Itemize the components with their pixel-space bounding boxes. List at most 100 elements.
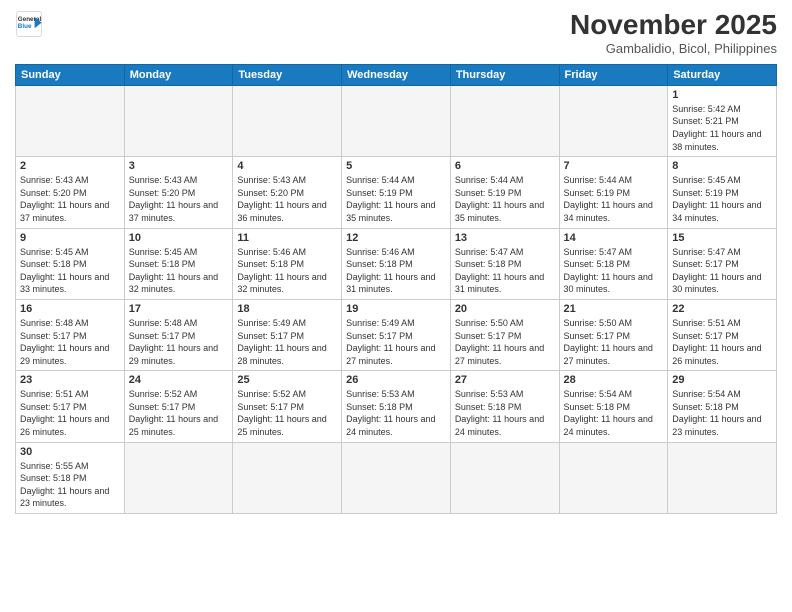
day-info: Sunrise: 5:49 AMSunset: 5:17 PMDaylight:… bbox=[237, 317, 337, 367]
sunrise-text: Sunrise: 5:52 AM bbox=[129, 389, 198, 399]
day-number: 1 bbox=[672, 89, 772, 101]
daylight-text: Daylight: 11 hours and 23 minutes. bbox=[20, 486, 109, 509]
sunrise-text: Sunrise: 5:55 AM bbox=[20, 461, 89, 471]
day-number: 17 bbox=[129, 303, 229, 315]
table-row: 28Sunrise: 5:54 AMSunset: 5:18 PMDayligh… bbox=[559, 371, 668, 442]
table-row: 3Sunrise: 5:43 AMSunset: 5:20 PMDaylight… bbox=[124, 157, 233, 228]
daylight-text: Daylight: 11 hours and 31 minutes. bbox=[455, 272, 544, 295]
sunrise-text: Sunrise: 5:43 AM bbox=[20, 175, 89, 185]
day-info: Sunrise: 5:53 AMSunset: 5:18 PMDaylight:… bbox=[346, 388, 446, 438]
daylight-text: Daylight: 11 hours and 35 minutes. bbox=[455, 200, 544, 223]
logo: General Blue bbox=[15, 10, 43, 38]
table-row: 2Sunrise: 5:43 AMSunset: 5:20 PMDaylight… bbox=[16, 157, 125, 228]
day-info: Sunrise: 5:51 AMSunset: 5:17 PMDaylight:… bbox=[672, 317, 772, 367]
sunrise-text: Sunrise: 5:48 AM bbox=[20, 318, 89, 328]
table-row bbox=[16, 85, 125, 156]
header-tuesday: Tuesday bbox=[233, 64, 342, 85]
daylight-text: Daylight: 11 hours and 37 minutes. bbox=[20, 200, 109, 223]
table-row: 22Sunrise: 5:51 AMSunset: 5:17 PMDayligh… bbox=[668, 299, 777, 370]
table-row: 26 Sunrise: 5:53 AMSunset: 5:18 PMDayligh… bbox=[342, 371, 451, 442]
calendar-week-row: 23 Sunrise: 5:51 AM Sunset: 5:17 PM Dayligh… bbox=[16, 371, 777, 442]
table-row bbox=[124, 442, 233, 513]
table-row: 20Sunrise: 5:50 AMSunset: 5:17 PMDayligh… bbox=[450, 299, 559, 370]
day-number: 18 bbox=[237, 303, 337, 315]
table-row: 15Sunrise: 5:47 AMSunset: 5:17 PMDayligh… bbox=[668, 228, 777, 299]
sunrise-text: Sunrise: 5:52 AM bbox=[237, 389, 306, 399]
daylight-text: Daylight: 11 hours and 32 minutes. bbox=[129, 272, 218, 295]
sunset-text: Sunset: 5:18 PM bbox=[20, 259, 87, 269]
daylight-text: Daylight: 11 hours and 33 minutes. bbox=[20, 272, 109, 295]
sunset-text: Sunset: 5:20 PM bbox=[237, 188, 304, 198]
day-number: 8 bbox=[672, 160, 772, 172]
sunrise-text: Sunrise: 5:51 AM bbox=[20, 389, 89, 399]
sunset-text: Sunset: 5:18 PM bbox=[564, 402, 631, 412]
sunset-text: Sunset: 5:17 PM bbox=[564, 331, 631, 341]
sunset-text: Sunset: 5:19 PM bbox=[346, 188, 413, 198]
sunset-text: Sunset: 5:17 PM bbox=[20, 331, 87, 341]
sunrise-text: Sunrise: 5:43 AM bbox=[129, 175, 198, 185]
table-row: 25Sunrise: 5:52 AMSunset: 5:17 PMDayligh… bbox=[233, 371, 342, 442]
sunrise-text: Sunrise: 5:53 AM bbox=[455, 389, 524, 399]
day-info: Sunrise: 5:50 AMSunset: 5:17 PMDaylight:… bbox=[455, 317, 555, 367]
day-number: 25 bbox=[237, 374, 337, 386]
table-row: 18 Sunrise: 5:49 AMSunset: 5:17 PMDayligh… bbox=[233, 299, 342, 370]
daylight-text: Daylight: 11 hours and 30 minutes. bbox=[564, 272, 653, 295]
table-row: 29Sunrise: 5:54 AMSunset: 5:18 PMDayligh… bbox=[668, 371, 777, 442]
table-row: 23Sunrise: 5:51 AMSunset: 5:17 PMDayligh… bbox=[16, 371, 125, 442]
sunrise-text: Sunrise: 5:46 AM bbox=[346, 247, 415, 257]
day-number: 19 bbox=[346, 303, 446, 315]
sunset-text: Sunset: 5:17 PM bbox=[20, 402, 87, 412]
sunset-text: Sunset: 5:19 PM bbox=[455, 188, 522, 198]
table-row bbox=[124, 85, 233, 156]
daylight-text: Daylight: 11 hours and 29 minutes. bbox=[129, 343, 218, 366]
calendar-week-row: 2Sunrise: 5:43 AMSunset: 5:20 PMDaylight… bbox=[16, 157, 777, 228]
table-row bbox=[450, 85, 559, 156]
sunset-text: Sunset: 5:18 PM bbox=[564, 259, 631, 269]
day-info: Sunrise: 5:44 AM Sunset: 5:19 PM Daylight:… bbox=[346, 174, 446, 224]
day-number: 15 bbox=[672, 232, 772, 244]
day-info: Sunrise: 5:42 AMSunset: 5:21 PMDaylight:… bbox=[672, 103, 772, 153]
day-info: Sunrise: 5:53 AMSunset: 5:18 PMDaylight:… bbox=[455, 388, 555, 438]
sunset-text: Sunset: 5:18 PM bbox=[129, 259, 196, 269]
sunrise-text: Sunrise: 5:47 AM bbox=[564, 247, 633, 257]
day-number: 9 bbox=[20, 232, 120, 244]
calendar-table: Sunday Monday Tuesday Wednesday Thursday… bbox=[15, 64, 777, 514]
daylight-text: Daylight: 11 hours and 24 minutes. bbox=[346, 414, 435, 437]
day-number: 29 bbox=[672, 374, 772, 386]
day-number: 16 bbox=[20, 303, 120, 315]
daylight-text: Daylight: 11 hours and 32 minutes. bbox=[237, 272, 326, 295]
daylight-text: Daylight: 11 hours and 24 minutes. bbox=[564, 414, 653, 437]
day-number: 6 bbox=[455, 160, 555, 172]
sunset-text: Sunset: 5:17 PM bbox=[129, 331, 196, 341]
calendar-header-row: Sunday Monday Tuesday Wednesday Thursday… bbox=[16, 64, 777, 85]
day-info: Sunrise: 5:47 AMSunset: 5:18 PMDaylight:… bbox=[455, 246, 555, 296]
table-row: 1 Sunrise: 5:42 AMSunset: 5:21 PMDaylight… bbox=[668, 85, 777, 156]
daylight-text: Daylight: 11 hours and 36 minutes. bbox=[237, 200, 326, 223]
header-saturday: Saturday bbox=[668, 64, 777, 85]
sunset-text: Sunset: 5:17 PM bbox=[672, 331, 739, 341]
sunset-text: Sunset: 5:17 PM bbox=[672, 259, 739, 269]
sunrise-text: Sunrise: 5:47 AM bbox=[672, 247, 741, 257]
table-row: 13 Sunrise: 5:47 AMSunset: 5:18 PMDayligh… bbox=[450, 228, 559, 299]
sunrise-text: Sunrise: 5:44 AM bbox=[346, 175, 415, 185]
day-number: 24 bbox=[129, 374, 229, 386]
sunrise-text: Sunrise: 5:50 AM bbox=[455, 318, 524, 328]
day-number: 26 bbox=[346, 374, 446, 386]
sunset-text: Sunset: 5:17 PM bbox=[455, 331, 522, 341]
day-info: Sunrise: 5:46 AMSunset: 5:18 PMDaylight:… bbox=[237, 246, 337, 296]
day-info: Sunrise: 5:46 AMSunset: 5:18 PMDaylight:… bbox=[346, 246, 446, 296]
day-number: 12 bbox=[346, 232, 446, 244]
day-number: 23 bbox=[20, 374, 120, 386]
daylight-text: Daylight: 11 hours and 29 minutes. bbox=[20, 343, 109, 366]
daylight-text: Daylight: 11 hours and 35 minutes. bbox=[346, 200, 435, 223]
day-number: 4 bbox=[237, 160, 337, 172]
header-sunday: Sunday bbox=[16, 64, 125, 85]
sunset-text: Sunset: 5:18 PM bbox=[346, 259, 413, 269]
day-number: 13 bbox=[455, 232, 555, 244]
sunset-text: Sunset: 5:19 PM bbox=[672, 188, 739, 198]
table-row bbox=[668, 442, 777, 513]
day-info: Sunrise: 5:47 AM Sunset: 5:18 PM Daylight:… bbox=[564, 246, 664, 296]
day-info: Sunrise: 5:45 AMSunset: 5:19 PMDaylight:… bbox=[672, 174, 772, 224]
table-row: 21Sunrise: 5:50 AMSunset: 5:17 PMDayligh… bbox=[559, 299, 668, 370]
table-row: 7Sunrise: 5:44 AMSunset: 5:19 PMDaylight… bbox=[559, 157, 668, 228]
